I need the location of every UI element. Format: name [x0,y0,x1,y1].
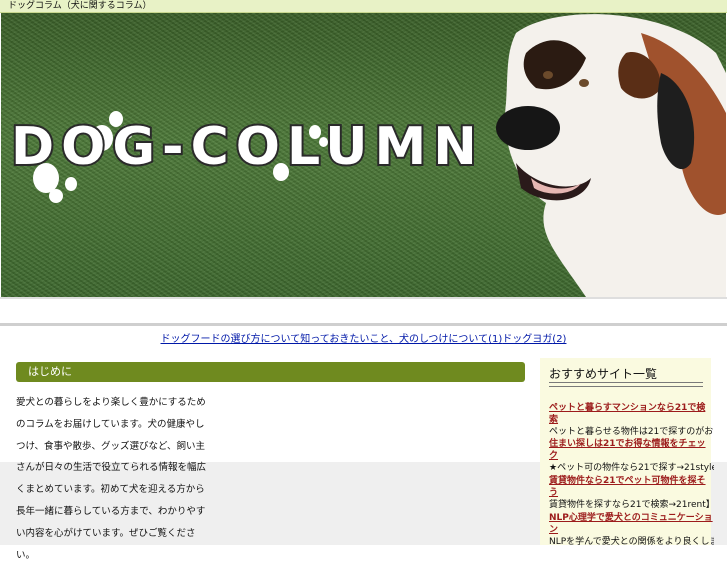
paw-print-icon [65,177,77,191]
dog-photo [496,14,726,297]
nav-count-2[interactable]: (2) [552,334,566,345]
sidebar-item-link[interactable]: 賃貸物件なら21でペット可物件を探そう [549,475,714,499]
paw-print-icon [49,189,63,203]
sidebar-item-desc: NLPを学んで愛犬との関係をより良くしましょう [549,537,714,547]
site-logo[interactable]: DOG-COLUMN [9,115,484,179]
sidebar-item-link[interactable]: NLP心理学で愛犬とのコミュニケーション [549,512,714,536]
header-banner: DOG-COLUMN [1,13,726,297]
main-heading: はじめに [28,365,72,378]
nav-link-2[interactable]: ドッグヨガ [502,334,552,345]
sidebar-item-desc: ★ペット可の物件なら21で探す→21style】 [549,463,714,473]
main-heading-bar: はじめに [16,362,525,382]
sidebar-item-desc: 賃貸物件を探すなら21で検索→21rent】 [549,500,714,510]
top-bar: ドッグコラム（犬に関するコラム） [0,0,727,13]
site-tagline: ドッグコラム（犬に関するコラム） [8,1,152,11]
sidebar-item-link[interactable]: ペットと暮らすマンションなら21で検索 [549,402,714,426]
sidebar-item-link[interactable]: 住まい探しは21でお得な情報をチェック [549,438,714,462]
sidebar-item-desc: ペットと暮らせる物件は21で探すのがおすすめです [549,427,714,437]
sidebar-item: NLP心理学で愛犬とのコミュニケーション NLPを学んで愛犬との関係をより良くし… [549,512,714,548]
header-separator [0,297,727,326]
sidebar-title-rule [549,382,703,387]
sidebar-title: おすすめサイト一覧 [549,367,658,381]
nav-link-1[interactable]: ドッグフードの選び方について知っておきたいこと、犬のしつけについて [161,334,489,345]
sidebar-item: 住まい探しは21でお得な情報をチェック ★ペット可の物件なら21で探す→21st… [549,438,714,474]
sidebar-item: ペットと暮らすマンションなら21で検索 ペットと暮らせる物件は21で探すのがおす… [549,402,714,438]
category-nav: ドッグフードの選び方について知っておきたいこと、犬のしつけについて(1)ドッグヨ… [0,330,727,345]
sidebar-item: 賃貸物件なら21でペット可物件を探そう 賃貸物件を探すなら21で検索→21ren… [549,475,714,511]
nav-count-1[interactable]: (1) [488,334,502,345]
main-paragraph: 愛犬との暮らしをより楽しく豊かにするためのコラムをお届けしています。犬の健康やし… [16,397,207,561]
